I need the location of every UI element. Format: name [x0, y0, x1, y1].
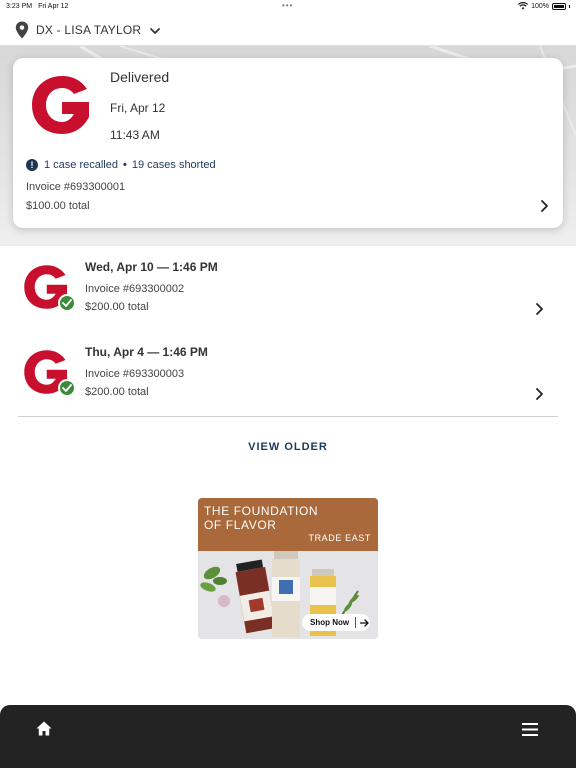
order-date: Thu, Apr 4 — 1:46 PM [85, 345, 208, 359]
checkmark-icon [58, 294, 76, 312]
chevron-down-icon[interactable] [149, 25, 161, 37]
alert-separator: • [123, 159, 127, 171]
order-time: 11:43 AM [110, 128, 160, 142]
status-right: 100% [518, 2, 570, 10]
featured-order-card[interactable]: Delivered Fri, Apr 12 11:43 AM ! 1 case … [13, 58, 563, 228]
invoice-number: Invoice #693300002 [85, 283, 185, 295]
chevron-right-icon[interactable] [538, 199, 550, 213]
ad-headline: THE FOUNDATION OF FLAVOR [204, 504, 319, 532]
order-logo [22, 262, 76, 316]
order-total: $200.00 total [85, 386, 149, 398]
battery-cap [569, 4, 570, 8]
multitask-dots-icon[interactable]: ••• [282, 1, 293, 10]
hamburger-menu-icon[interactable] [522, 723, 538, 736]
ad-banner[interactable]: THE FOUNDATION OF FLAVOR TRADE EAST Shop… [198, 498, 378, 639]
shop-now-label: Shop Now [310, 618, 350, 627]
order-status: Delivered [110, 69, 170, 85]
order-list-item[interactable]: Thu, Apr 4 — 1:46 PM Invoice #693300003 … [18, 331, 558, 417]
status-time: 3:23 PM [6, 2, 33, 10]
shop-now-divider [355, 617, 357, 628]
home-icon[interactable] [36, 721, 52, 736]
shorted-text: 19 cases shorted [131, 159, 216, 171]
status-bar: 3:23 PM Fri Apr 12 ••• 100% [0, 0, 576, 12]
status-date: Fri Apr 12 [38, 2, 69, 10]
chevron-right-icon[interactable] [533, 302, 545, 316]
bottom-navigation [0, 705, 576, 768]
invoice-number: Invoice #693300003 [85, 368, 185, 380]
order-logo [22, 347, 76, 401]
recalled-text: 1 case recalled [44, 159, 118, 171]
battery-icon [552, 2, 566, 10]
gordon-logo-icon [32, 76, 89, 134]
chevron-right-icon[interactable] [533, 387, 545, 401]
ad-brand: TRADE EAST [308, 533, 371, 543]
order-date: Fri, Apr 12 [110, 101, 166, 115]
battery-percent: 100% [531, 2, 549, 10]
location-pin-icon [15, 21, 29, 38]
wifi-icon [518, 2, 529, 10]
invoice-number: Invoice #693300001 [26, 181, 126, 193]
checkmark-icon [58, 379, 76, 397]
view-older-button[interactable]: VIEW OLDER [0, 441, 576, 453]
shop-now-button[interactable]: Shop Now [302, 614, 370, 631]
arrow-right-icon [360, 618, 369, 627]
order-total: $200.00 total [85, 301, 149, 313]
ad-header: THE FOUNDATION OF FLAVOR TRADE EAST [198, 498, 378, 551]
order-alert: ! 1 case recalled • 19 cases shorted [26, 159, 216, 171]
location-name: DX - LISA TAYLOR [36, 22, 142, 37]
location-selector[interactable]: DX - LISA TAYLOR [0, 14, 576, 46]
order-total: $100.00 total [26, 200, 90, 212]
order-list-item[interactable]: Wed, Apr 10 — 1:46 PM Invoice #693300002… [18, 246, 558, 332]
order-date: Wed, Apr 10 — 1:46 PM [85, 260, 218, 274]
alert-icon: ! [26, 159, 38, 171]
